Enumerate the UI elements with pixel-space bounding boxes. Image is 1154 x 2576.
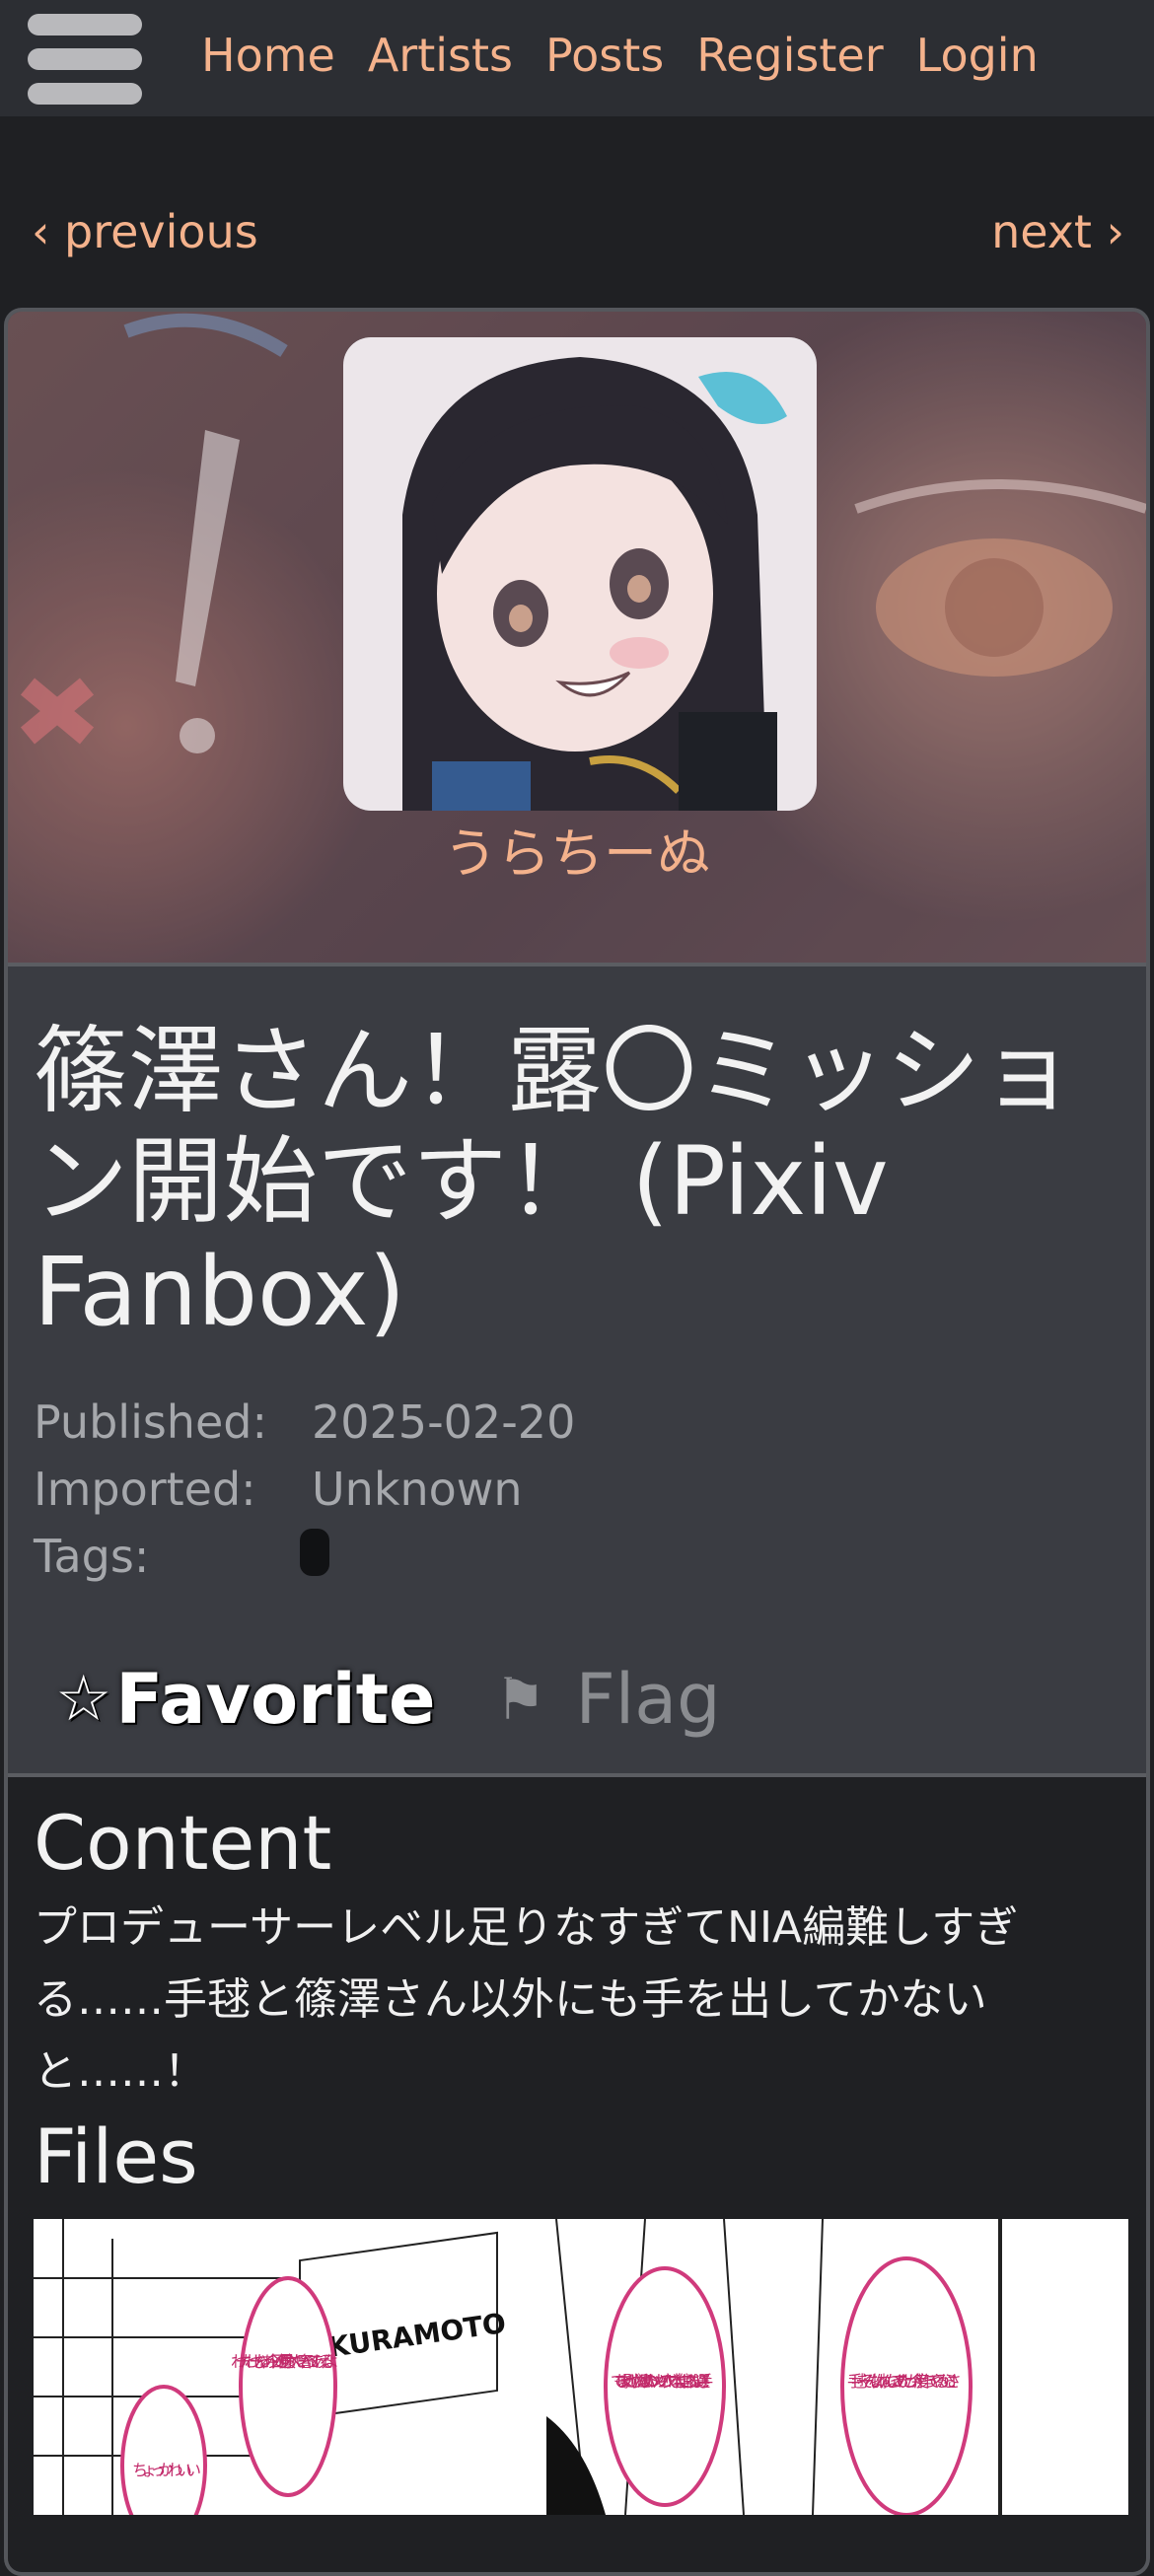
- tags-row: Tags:: [34, 1523, 575, 1590]
- artist-avatar[interactable]: [343, 337, 817, 811]
- hamburger-bar: [28, 48, 142, 70]
- hamburger-bar: [28, 14, 142, 36]
- post-actions: ☆ Favorite ⚑ Flag: [55, 1655, 721, 1744]
- files-heading: Files: [34, 2112, 198, 2200]
- artist-banner: うらちーぬ: [8, 312, 1146, 963]
- speech-bubble-text: わーたわーた じゃあ今日の昼 何食べたい？ 奢ってあげるよ: [231, 2352, 339, 2371]
- hamburger-bar: [28, 83, 142, 105]
- tags-label: Tags:: [34, 1530, 150, 1583]
- manga-page-preview: KURAMOTO わーたわーた じゃあ今日の昼 何食べたい？ 奢ってあげるよ ち…: [34, 2219, 1128, 2515]
- favorite-label: Favorite: [115, 1659, 436, 1740]
- published-date: 2025-02-20: [312, 1395, 576, 1449]
- nav-link-posts[interactable]: Posts: [545, 26, 664, 85]
- nav-link-home[interactable]: Home: [201, 26, 335, 85]
- post-title: 篠澤さん！露〇ミッション開始です！ (Pixiv Fanbox): [34, 1016, 1075, 1347]
- nav-link-artists[interactable]: Artists: [368, 26, 513, 85]
- speech-bubble-text: 手毬ーそんな拗ねんなって！ あたしが今度作ってやるからさ！: [847, 2372, 966, 2391]
- previous-post-link[interactable]: ‹ previous: [32, 197, 258, 266]
- post-info: 篠澤さん！露〇ミッション開始です！ (Pixiv Fanbox) Publish…: [8, 966, 1146, 1773]
- content-text: プロデューサーレベル足りなすぎてNIA編難しすぎる……手毬と篠澤さん以外にも手を…: [34, 1902, 1019, 2097]
- imported-label: Imported:: [34, 1463, 256, 1516]
- hamburger-menu-icon[interactable]: [28, 14, 142, 105]
- file-image-thumbnail[interactable]: KURAMOTO わーたわーた じゃあ今日の昼 何食べたい？ 奢ってあげるよ ち…: [34, 2219, 1128, 2515]
- next-post-link[interactable]: next ›: [991, 197, 1124, 266]
- imported-row: Imported: Unknown: [34, 1456, 575, 1523]
- published-label: Published:: [34, 1395, 267, 1449]
- published-row: Published: 2025-02-20: [34, 1389, 575, 1456]
- post-card: うらちーぬ 篠澤さん！露〇ミッション開始です！ (Pixiv Fanbox) P…: [4, 308, 1150, 2576]
- favorite-button[interactable]: ☆ Favorite: [55, 1655, 436, 1744]
- avatar-illustration: [343, 337, 817, 811]
- flag-label: Flag: [575, 1659, 721, 1740]
- post-paginator: ‹ previous next ›: [0, 197, 1154, 266]
- top-navbar: Home Artists Posts Register Login: [0, 0, 1154, 116]
- imported-date: Unknown: [312, 1463, 523, 1516]
- flag-icon: ⚑: [494, 1666, 546, 1733]
- nav-link-login[interactable]: Login: [916, 26, 1039, 85]
- nav-links: Home Artists Posts Register Login: [201, 26, 1039, 85]
- nav-link-register[interactable]: Register: [696, 26, 883, 85]
- flag-button[interactable]: ⚑ Flag: [495, 1655, 721, 1744]
- empty-tag-pill[interactable]: [300, 1529, 329, 1576]
- post-body: Content プロデューサーレベル足りなすぎてNIA編難しすぎる……手毬と篠澤…: [8, 1777, 1146, 2572]
- post-meta: Published: 2025-02-20 Imported: Unknown …: [34, 1389, 575, 1590]
- content-heading: Content: [34, 1799, 332, 1887]
- artist-name-link[interactable]: うらちーぬ: [8, 815, 1146, 894]
- speech-bubble-text: でもまた剥がしたんだよ！！ 私のトンカツの衣！！本当に信じられない選手！！: [611, 2372, 719, 2391]
- speech-bubble-text: ちょっ かわいい: [132, 2461, 201, 2479]
- star-icon: ☆: [55, 1663, 112, 1736]
